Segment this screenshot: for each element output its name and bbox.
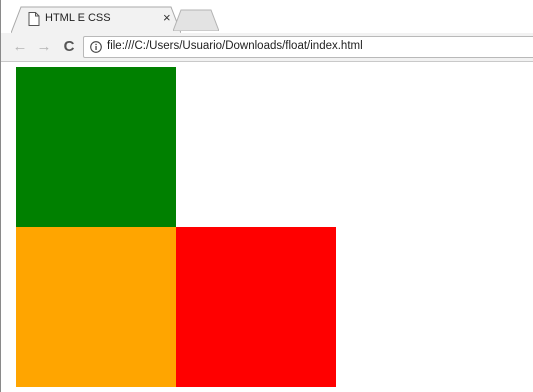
red-box (176, 227, 336, 387)
forward-arrow-icon[interactable]: → (35, 38, 53, 56)
address-bar[interactable]: file:///C:/Users/Usuario/Downloads/float… (83, 36, 533, 58)
green-box (16, 67, 176, 227)
reload-icon[interactable]: C (60, 38, 78, 56)
back-arrow-icon[interactable]: ← (11, 38, 29, 56)
new-tab-button[interactable] (173, 9, 219, 31)
page-viewport (1, 62, 533, 392)
document-icon (28, 12, 40, 26)
tab-close-icon[interactable]: × (163, 10, 171, 25)
browser-toolbar: ← → C file:///C:/Users/Usuario/Downloads… (1, 33, 533, 62)
info-icon[interactable] (90, 41, 102, 53)
tab-active[interactable]: HTML E CSS × (11, 6, 181, 33)
browser-window: HTML E CSS × ← → C file:///C:/Users/Usua… (0, 0, 533, 392)
tab-strip: HTML E CSS × (1, 0, 533, 33)
url-text[interactable]: file:///C:/Users/Usuario/Downloads/float… (107, 40, 363, 52)
tab-title: HTML E CSS (45, 12, 111, 24)
orange-box (16, 227, 176, 387)
